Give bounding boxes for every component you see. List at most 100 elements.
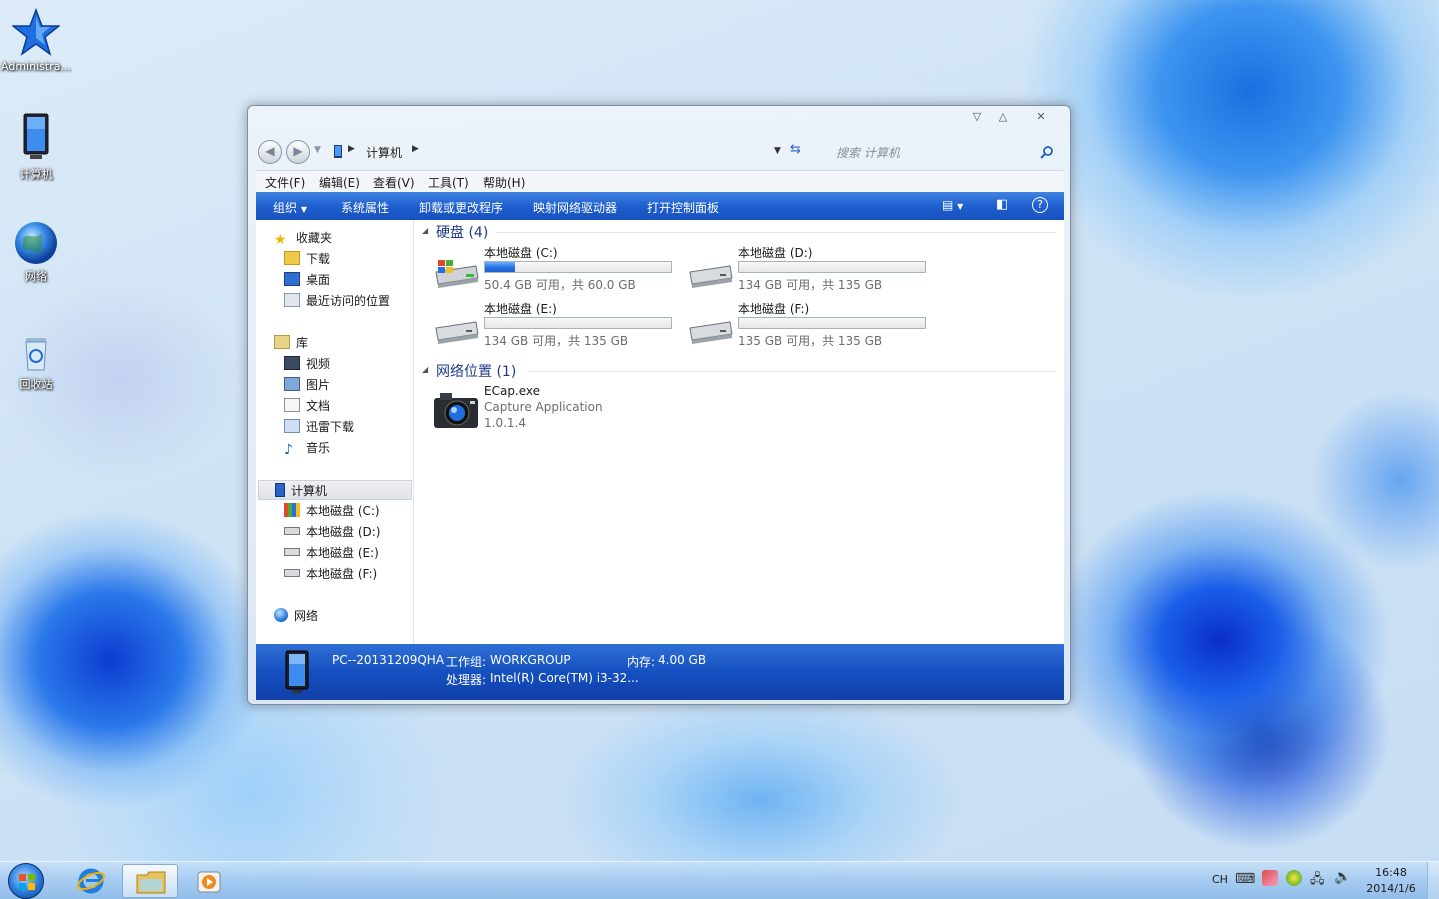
folder-download-icon (284, 251, 300, 265)
nav-label: 本地磁盘 (E:) (306, 546, 379, 560)
search-input[interactable]: 搜索 计算机 (814, 140, 1064, 164)
volume-icon[interactable]: 🔈 (1334, 869, 1351, 885)
network-group-header[interactable]: 网络位置 (1) (436, 361, 516, 381)
star-icon: ★ (274, 232, 287, 248)
collapse-arrow-icon[interactable]: ◢ (422, 226, 428, 235)
keyboard-icon[interactable]: ⌨ (1235, 871, 1255, 887)
clock[interactable]: 16:48 2014/1/6 (1360, 865, 1422, 897)
view-options-icon[interactable]: ▤ ▼ (942, 198, 963, 212)
hard-drive-icon (284, 527, 300, 535)
nav-label: 视频 (306, 357, 331, 371)
drive-tile-e[interactable]: 本地磁盘 (E:) 134 GB 可用，共 135 GB (430, 300, 680, 352)
preview-pane-icon[interactable]: ◧ (996, 197, 1008, 212)
uninstall-program-button[interactable]: 卸载或更改程序 (419, 199, 503, 216)
address-dropdown-icon[interactable]: ▼ (774, 146, 781, 156)
nav-network[interactable]: 网络 (274, 606, 318, 626)
network-item-ecap[interactable]: ECap.exe Capture Application 1.0.1.4 (430, 384, 670, 440)
nav-label: 最近访问的位置 (306, 294, 391, 308)
desktop-icon-recycle-bin[interactable]: 回收站 (0, 334, 72, 392)
network-item-desc: Capture Application (484, 400, 603, 414)
minimize-button[interactable]: ▽ (964, 108, 990, 126)
drive-usage-bar (738, 317, 926, 329)
history-dropdown-icon[interactable]: ▼ (314, 145, 321, 155)
menu-edit[interactable]: 编辑(E) (319, 174, 360, 191)
taskbar-media-player-button[interactable] (182, 864, 238, 898)
drive-name: 本地磁盘 (E:) (484, 302, 557, 316)
nav-item-videos[interactable]: 视频 (284, 354, 330, 374)
nav-item-pictures[interactable]: 图片 (284, 375, 330, 395)
menu-view[interactable]: 查看(V) (373, 174, 415, 191)
cpu-value: Intel(R) Core(TM) i3-32... (490, 671, 639, 685)
drive-name: 本地磁盘 (D:) (738, 246, 813, 260)
hard-drive-icon (689, 265, 733, 288)
computer-icon (23, 113, 49, 159)
nav-item-desktop[interactable]: 桌面 (284, 270, 330, 290)
refresh-icon[interactable]: ⇆ (790, 142, 801, 157)
nav-label: 本地磁盘 (D:) (306, 525, 381, 539)
map-network-drive-button[interactable]: 映射网络驱动器 (533, 199, 617, 216)
pictures-icon (284, 377, 300, 391)
drive-usage-bar (484, 261, 672, 273)
nav-item-drive-d[interactable]: 本地磁盘 (D:) (284, 522, 380, 542)
show-desktop-button[interactable] (1427, 862, 1439, 899)
drive-tile-c[interactable]: 本地磁盘 (C:) 50.4 GB 可用，共 60.0 GB (430, 244, 680, 296)
memory-label: 内存: (627, 655, 656, 669)
computer-icon (285, 650, 309, 693)
input-language-indicator[interactable]: CH (1212, 873, 1228, 886)
hard-drive-icon (435, 321, 479, 344)
breadcrumb-computer[interactable]: 计算机 (366, 144, 402, 161)
drive-name: 本地磁盘 (C:) (484, 246, 558, 260)
nav-label: 计算机 (291, 484, 328, 498)
desktop-icon-computer[interactable]: 计算机 (0, 112, 72, 182)
drive-usage-bar (484, 317, 672, 329)
drives-group-header[interactable]: 硬盘 (4) (436, 222, 488, 242)
drive-tile-d[interactable]: 本地磁盘 (D:) 134 GB 可用，共 135 GB (684, 244, 934, 296)
network-item-version: 1.0.1.4 (484, 416, 526, 430)
desktop-icon-network[interactable]: 网络 (0, 220, 72, 284)
nav-computer[interactable]: 计算机 (258, 480, 412, 500)
close-button[interactable]: ✕ (1028, 108, 1054, 126)
nav-item-documents[interactable]: 文档 (284, 396, 330, 416)
tray-security-icon[interactable] (1286, 870, 1302, 886)
maximize-button[interactable]: △ (990, 108, 1016, 126)
system-properties-button[interactable]: 系统属性 (341, 199, 389, 216)
windows-logo-icon (19, 874, 35, 890)
nav-item-drive-e[interactable]: 本地磁盘 (E:) (284, 543, 379, 563)
nav-item-drive-f[interactable]: 本地磁盘 (F:) (284, 564, 377, 584)
nav-item-recent[interactable]: 最近访问的位置 (284, 291, 390, 311)
nav-item-drive-c[interactable]: 本地磁盘 (C:) (284, 501, 380, 521)
collapse-arrow-icon[interactable]: ◢ (422, 365, 428, 374)
desktop-icon-administrator[interactable]: Administra... (0, 8, 72, 73)
menu-tools[interactable]: 工具(T) (428, 174, 469, 191)
menu-file[interactable]: 文件(F) (265, 174, 305, 191)
desktop-icon-label: Administra... (1, 60, 71, 73)
search-placeholder: 搜索 计算机 (836, 146, 900, 160)
workgroup-label: 工作组: (446, 655, 487, 669)
taskbar-ie-button[interactable] (64, 864, 120, 898)
drive-free-space: 135 GB 可用，共 135 GB (738, 334, 883, 348)
drive-tile-f[interactable]: 本地磁盘 (F:) 135 GB 可用，共 135 GB (684, 300, 934, 352)
start-button[interactable] (8, 863, 44, 899)
search-icon[interactable] (1040, 145, 1054, 159)
nav-label: 迅雷下载 (306, 420, 355, 434)
open-control-panel-button[interactable]: 打开控制面板 (647, 199, 719, 216)
address-bar[interactable]: ▶ 计算机 ▶ ▼ ⇆ (322, 140, 802, 164)
forward-button[interactable]: ▶ (286, 140, 310, 164)
address-row: ◀ ▶ ▼ ▶ 计算机 ▶ ▼ ⇆ 搜索 计算机 (256, 138, 1064, 164)
taskbar-explorer-button[interactable] (122, 864, 178, 898)
nav-favorites[interactable]: ★ 收藏夹 (274, 228, 332, 248)
nav-label: 网络 (294, 609, 319, 623)
organize-button[interactable]: 组织 ▼ (273, 199, 307, 216)
back-button[interactable]: ◀ (258, 140, 282, 164)
nav-item-thunder-downloads[interactable]: 迅雷下载 (284, 417, 354, 437)
nav-item-downloads[interactable]: 下载 (284, 249, 330, 269)
nav-item-music[interactable]: ♪ 音乐 (284, 438, 330, 458)
tray-app-icon[interactable] (1262, 870, 1278, 886)
nav-label: 图片 (306, 378, 331, 392)
menu-help[interactable]: 帮助(H) (483, 174, 525, 191)
nav-libraries[interactable]: 库 (274, 333, 308, 353)
computer-small-icon (275, 483, 285, 497)
video-icon (284, 356, 300, 370)
help-icon[interactable]: ? (1032, 197, 1048, 213)
network-status-icon[interactable]: 🖧 (1310, 870, 1325, 892)
